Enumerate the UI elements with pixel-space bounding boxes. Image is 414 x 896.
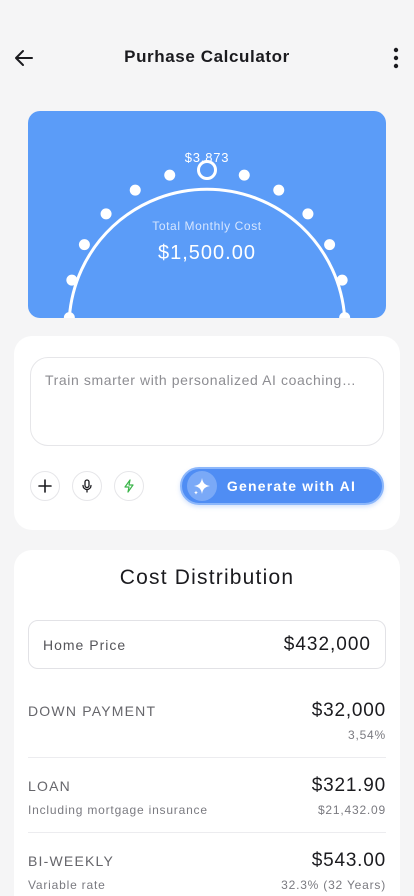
row-label: LOAN: [28, 778, 71, 794]
ai-prompt-card: Generate with AI: [14, 336, 400, 530]
lightning-icon: [124, 479, 134, 493]
page-title: Purhase Calculator: [124, 47, 290, 66]
row-label: BI-WEEKLY: [28, 853, 115, 869]
gauge-tick: [238, 169, 250, 181]
divider: [28, 832, 386, 833]
gauge-tick: [100, 208, 112, 220]
generate-with-ai-button[interactable]: Generate with AI: [180, 467, 384, 505]
sparkle-icon-wrap: [187, 471, 217, 501]
row-value: $543.00: [311, 850, 386, 871]
ai-prompt-input[interactable]: [30, 357, 384, 446]
gauge-tick: [273, 184, 285, 196]
gauge-selected-value: $3,873: [184, 150, 230, 165]
quick-action-button[interactable]: [114, 471, 144, 501]
gauge-tick: [164, 169, 176, 181]
more-vertical-icon: [393, 47, 399, 69]
app-bar: Purhase Calculator: [0, 34, 414, 82]
more-menu-button[interactable]: [384, 42, 408, 74]
gauge-tick: [66, 274, 78, 286]
row-sub-label: Including mortgage insurance: [28, 803, 208, 817]
row-label: DOWN PAYMENT: [28, 703, 157, 719]
voice-input-button[interactable]: [72, 471, 102, 501]
row-sub-value: 3,54%: [347, 728, 386, 742]
row-value: $321.90: [311, 775, 386, 796]
microphone-icon: [82, 479, 92, 493]
home-price-value: $432,000: [283, 634, 371, 655]
plus-icon: [38, 479, 52, 493]
home-price-field[interactable]: Home Price $432,000: [28, 620, 386, 669]
sparkle-icon: [194, 478, 210, 495]
gauge-tick: [63, 312, 75, 318]
monthly-cost-gauge: $3,873 Total Monthly Cost $1,500.00: [28, 111, 386, 318]
row-sub-value: $21,432.09: [317, 803, 386, 817]
row-sub-value: 32.3% (32 Years): [281, 878, 386, 892]
gauge-tick: [302, 208, 314, 220]
gauge-label: Total Monthly Cost: [152, 219, 262, 233]
row-sub-label: Variable rate: [28, 878, 106, 892]
divider: [28, 757, 386, 758]
home-price-label: Home Price: [43, 637, 127, 653]
generate-label: Generate with AI: [226, 478, 357, 494]
cost-distribution-card: Cost Distribution Home Price $432,000 DO…: [14, 550, 400, 896]
add-attachment-button[interactable]: [30, 471, 60, 501]
gauge-arc: [63, 160, 351, 318]
total-monthly-cost: $1,500.00: [158, 242, 256, 264]
row-value: $32,000: [311, 700, 386, 721]
gauge-tick: [339, 312, 351, 318]
section-title: Cost Distribution: [119, 566, 295, 589]
gauge-tick: [129, 184, 141, 196]
gauge-tick: [336, 274, 348, 286]
